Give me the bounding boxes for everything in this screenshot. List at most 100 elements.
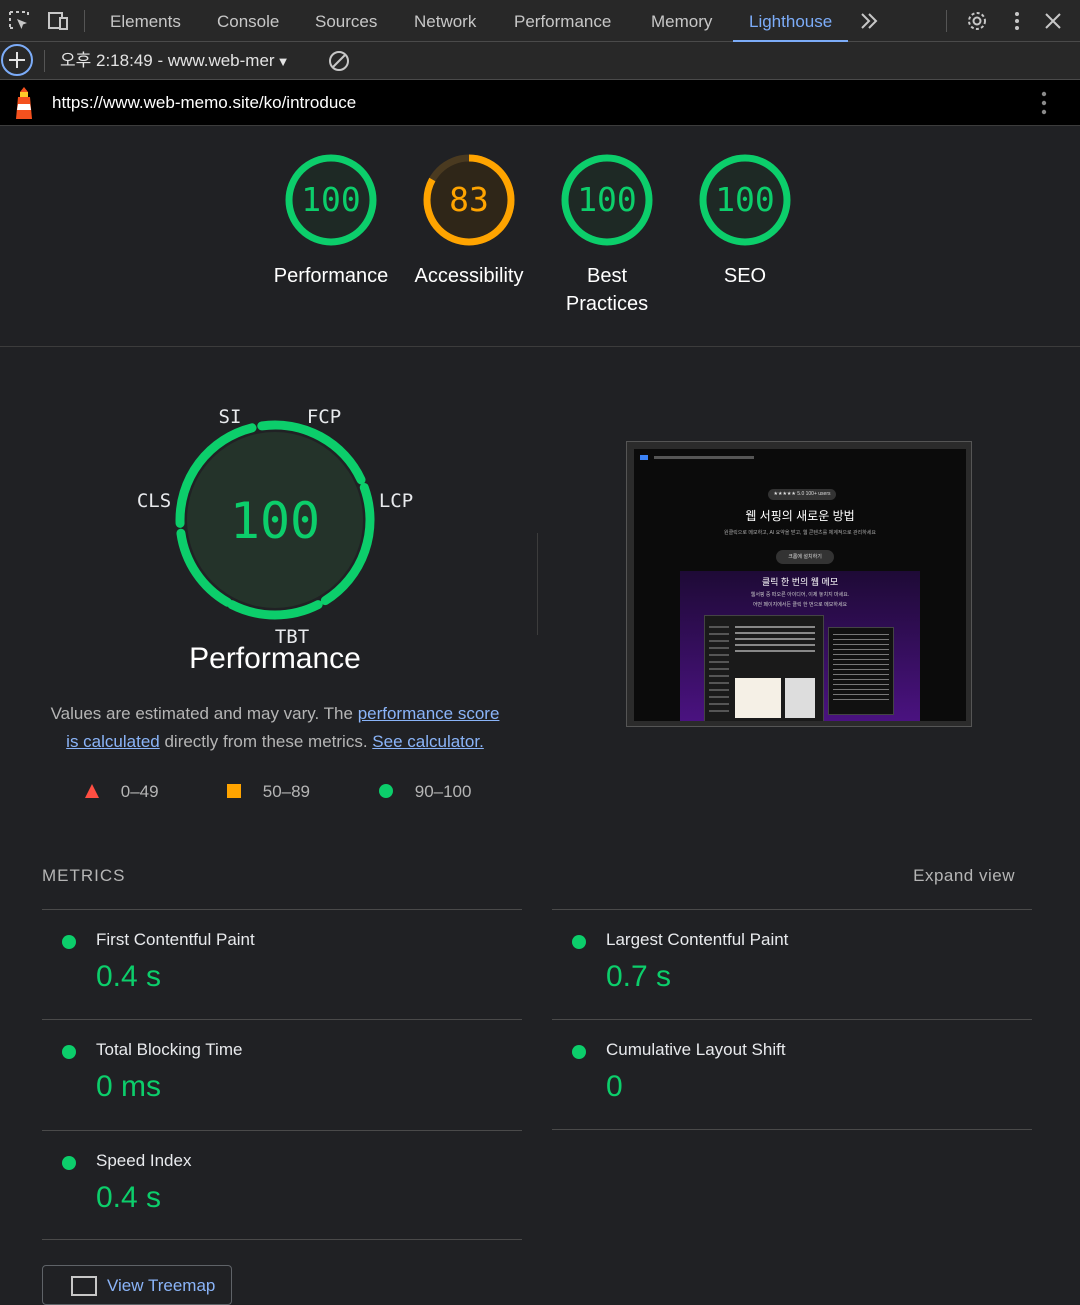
segment-label-lcp: LCP: [379, 490, 413, 512]
close-devtools-icon[interactable]: [1042, 10, 1064, 32]
report-url-bar: https://www.web-memo.site/ko/introduce: [0, 80, 1080, 126]
inspect-element-icon[interactable]: [8, 10, 30, 32]
score-best-practices[interactable]: 100 Best Practices: [537, 152, 677, 318]
view-treemap-button[interactable]: View Treemap: [42, 1265, 232, 1305]
lighthouse-logo-icon: [16, 87, 32, 119]
device-toolbar-icon[interactable]: [47, 10, 69, 32]
metric-value: 0 ms: [96, 1070, 162, 1103]
score-label: Best Practices: [537, 262, 677, 318]
category-scores: 100 Performance 83 Accessibility 100 Bes…: [0, 152, 1080, 322]
desc-text: directly from these metrics.: [159, 732, 373, 751]
score-seo[interactable]: 100 SEO: [675, 152, 815, 290]
performance-breakdown-gauge: 100 SI FCP LCP TBT CLS: [137, 406, 413, 648]
metric-value: 0.4 s: [96, 960, 162, 993]
performance-description: Values are estimated and may vary. The p…: [40, 700, 510, 756]
legend-range: 90–100: [414, 782, 472, 801]
legend-average: 50–89: [226, 780, 310, 804]
see-calculator-link[interactable]: See calculator.: [372, 732, 484, 751]
metric-name: Largest Contentful Paint: [606, 930, 789, 949]
new-report-button[interactable]: [1, 44, 33, 76]
metric-divider: [552, 1129, 1032, 1130]
desc-text: Values are estimated and may vary. The: [50, 704, 358, 723]
plus-icon: [9, 52, 25, 68]
thumb-browser-mock: [704, 615, 824, 721]
screenshot-content: ★★★★★ 5.0 100+ users 웹 서핑의 새로운 방법 원클릭으로 …: [634, 449, 966, 721]
devtools-tab-bar: Elements Console Sources Network Perform…: [0, 0, 1080, 42]
mock-memo-text: [833, 634, 889, 704]
score-value: 83: [449, 180, 489, 219]
tab-elements[interactable]: Elements: [110, 0, 181, 42]
score-value: 100: [715, 180, 775, 219]
orange-square-icon: [227, 784, 241, 798]
thumb-section-title: 클릭 한 번의 웹 메모: [761, 577, 839, 587]
score-gauge-seo: 100: [699, 154, 791, 246]
view-treemap-label: View Treemap: [107, 1276, 216, 1295]
site-logo: [640, 455, 648, 460]
metric-value: 0: [606, 1070, 623, 1103]
thumb-cta: 크롬에 설치하기: [776, 550, 834, 564]
metric-si: Speed Index 0.4 s: [42, 1130, 522, 1240]
legend-pass: 90–100: [378, 780, 471, 804]
report-toolbar: 오후 2:18:49 - www.web-mer ▼: [0, 42, 1080, 80]
pass-dot-icon: [62, 935, 76, 949]
score-legend: 0–49 50–89 90–100: [0, 780, 540, 804]
score-gauge-performance: 100: [285, 154, 377, 246]
metric-value: 0.7 s: [606, 960, 672, 993]
metrics-heading: METRICS: [42, 866, 126, 885]
thumb-sub: 원클릭으로 메모하고, AI 요약을 받고, 웹 콘텐츠를 체계적으로 관리하세…: [723, 530, 877, 536]
metric-divider: [42, 1239, 522, 1240]
final-screenshot[interactable]: ★★★★★ 5.0 100+ users 웹 서핑의 새로운 방법 원클릭으로 …: [626, 441, 972, 727]
tab-sources[interactable]: Sources: [315, 0, 377, 42]
clear-reports-icon[interactable]: [328, 50, 350, 72]
expand-view-toggle[interactable]: Expand view: [913, 866, 1015, 886]
score-value: 100: [301, 180, 361, 219]
thumb-section-sub1: 웹서핑 중 떠오른 아이디어, 이제 놓치지 마세요.: [750, 592, 850, 598]
legend-range: 50–89: [262, 782, 311, 801]
score-gauge-best-practices: 100: [561, 154, 653, 246]
thumb-purple-section: 클릭 한 번의 웹 메모 웹서핑 중 떠오른 아이디어, 이제 놓치지 마세요.…: [680, 571, 920, 721]
pass-dot-icon: [62, 1156, 76, 1170]
score-label: Performance: [273, 265, 389, 287]
performance-score: 100: [230, 492, 320, 550]
segment-label-fcp: FCP: [307, 406, 341, 428]
score-accessibility[interactable]: 83 Accessibility: [399, 152, 539, 290]
metric-cls: Cumulative Layout Shift 0: [552, 1019, 1032, 1129]
mock-text: [735, 626, 815, 656]
score-label: Accessibility: [414, 265, 524, 287]
treemap-icon: [71, 1276, 97, 1296]
thumb-section-sub2: 어떤 페이지에서든 클릭 한 번으로 메모하세요: [752, 602, 848, 608]
settings-gear-icon[interactable]: [966, 10, 988, 32]
metric-name: Cumulative Layout Shift: [606, 1040, 786, 1059]
metric-name: Total Blocking Time: [96, 1040, 243, 1059]
tab-performance[interactable]: Performance: [514, 0, 611, 42]
dropdown-arrow-icon: ▼: [276, 54, 290, 69]
is-calculated-link[interactable]: is calculated: [66, 732, 160, 751]
performance-score-link[interactable]: performance score: [358, 704, 500, 723]
score-gauge-accessibility: 83: [423, 154, 515, 246]
tab-console[interactable]: Console: [217, 0, 279, 42]
mock-card: [735, 678, 781, 718]
section-divider: [0, 346, 1080, 347]
segment-label-si: SI: [219, 406, 242, 428]
report-select-value: 오후 2:18:49 - www.web-mer: [60, 51, 275, 70]
pass-dot-icon: [572, 1045, 586, 1059]
tab-memory[interactable]: Memory: [651, 0, 712, 42]
green-circle-icon: [379, 784, 393, 798]
tab-lighthouse[interactable]: Lighthouse: [732, 0, 849, 42]
score-performance[interactable]: 100 Performance: [261, 152, 401, 290]
report-select[interactable]: 오후 2:18:49 - www.web-mer ▼: [60, 42, 289, 80]
vertical-divider: [537, 533, 538, 635]
tab-network[interactable]: Network: [414, 0, 476, 42]
thumb-headline: 웹 서핑의 새로운 방법: [745, 509, 855, 523]
more-tabs-chevron-icon[interactable]: [858, 10, 880, 32]
thumb-memo-panel: [828, 627, 894, 715]
report-menu-icon[interactable]: [1034, 91, 1054, 115]
score-label: SEO: [723, 265, 767, 287]
more-options-icon[interactable]: [1006, 10, 1028, 32]
pass-dot-icon: [62, 1045, 76, 1059]
red-triangle-icon: [85, 784, 99, 798]
metric-name: First Contentful Paint: [96, 930, 255, 949]
report-url[interactable]: https://www.web-memo.site/ko/introduce: [52, 80, 356, 126]
metric-fcp: First Contentful Paint 0.4 s: [42, 909, 522, 1019]
score-value: 100: [577, 180, 637, 219]
